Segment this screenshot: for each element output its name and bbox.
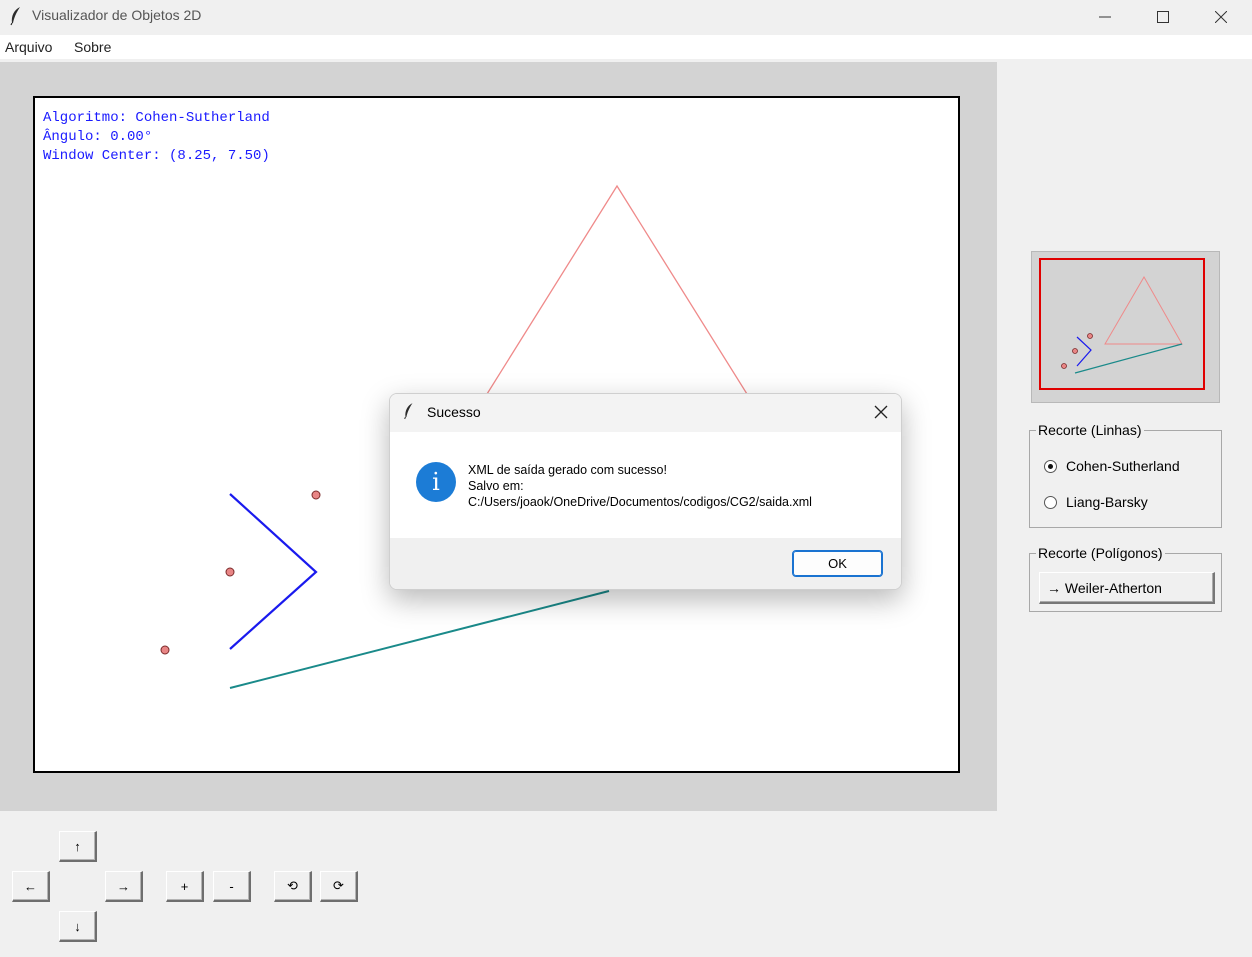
minimap-point (1061, 363, 1067, 369)
radio-label: Liang-Barsky (1066, 494, 1148, 510)
dialog-body: i XML de saída gerado com sucesso! Salvo… (390, 432, 901, 538)
dialog-message-line: Salvo em: (468, 479, 524, 493)
pan-left-button[interactable]: ← (12, 871, 50, 902)
polygon-triangle (486, 184, 748, 395)
menu-arquivo[interactable]: Arquivo (5, 39, 52, 55)
minimap-drawing (1039, 258, 1205, 390)
maximize-button[interactable] (1134, 0, 1192, 33)
radio-cohen-sutherland[interactable]: Cohen-Sutherland (1044, 458, 1180, 474)
zoom-out-button[interactable]: - (213, 871, 251, 902)
window-center-label: Window Center: (8.25, 7.50) (43, 148, 270, 164)
algorithm-label: Algoritmo: Cohen-Sutherland (43, 110, 270, 126)
zoom-in-button[interactable]: + (166, 871, 204, 902)
radio-liang-barsky[interactable]: Liang-Barsky (1044, 494, 1148, 510)
success-dialog: Sucesso i XML de saída gerado com sucess… (389, 393, 902, 590)
radio-label: Cohen-Sutherland (1066, 458, 1180, 474)
minimize-button[interactable] (1076, 0, 1134, 33)
point (311, 490, 321, 500)
menu-sobre[interactable]: Sobre (74, 39, 111, 55)
line-clip-title: Recorte (Linhas) (1036, 421, 1144, 439)
minimap-line (1074, 343, 1183, 374)
pan-right-button[interactable]: → (105, 871, 143, 902)
pan-down-button[interactable]: ↓ (59, 911, 97, 942)
dialog-message: XML de saída gerado com sucesso! Salvo e… (468, 462, 812, 510)
minimize-icon (1099, 16, 1111, 17)
maximize-icon (1157, 10, 1169, 23)
dialog-title: Sucesso (427, 404, 481, 420)
polygon-clip-group: Recorte (Polígonos) → Weiler-Atherton (1029, 544, 1222, 612)
dialog-close-icon[interactable] (873, 404, 889, 420)
minimap-polyline (1076, 336, 1092, 367)
feather-icon (10, 7, 20, 26)
angle-label: Ângulo: 0.00° (43, 129, 153, 145)
window-title: Visualizador de Objetos 2D (32, 7, 202, 23)
radio-indicator (1044, 495, 1057, 509)
line-clip-group: Recorte (Linhas) Cohen-Sutherland Liang-… (1029, 421, 1222, 528)
polygon-clip-title: Recorte (Polígonos) (1036, 544, 1165, 562)
info-icon: i (416, 462, 456, 502)
dialog-message-line: XML de saída gerado com sucesso! (468, 463, 667, 477)
weiler-atherton-button[interactable]: → Weiler-Atherton (1039, 572, 1215, 604)
minimap-polygon (1104, 275, 1183, 345)
point (225, 567, 235, 577)
feather-icon (404, 403, 413, 420)
point (160, 645, 170, 655)
line-segment (229, 590, 610, 689)
minimap-window-rect (1039, 258, 1205, 390)
minimap[interactable] (1031, 251, 1220, 403)
close-window-button[interactable] (1192, 0, 1250, 33)
close-icon (1215, 10, 1227, 23)
menu-bar: Arquivo Sobre (0, 35, 1252, 59)
radio-indicator (1044, 459, 1057, 473)
polyline-chevron (229, 493, 318, 650)
ok-button[interactable]: OK (792, 550, 883, 577)
pan-up-button[interactable]: ↑ (59, 831, 97, 862)
minimap-point (1087, 333, 1093, 339)
rotate-right-button[interactable]: ⟳ (320, 871, 358, 902)
title-bar: Visualizador de Objetos 2D (0, 0, 1252, 33)
dialog-title-bar: Sucesso (390, 394, 901, 432)
dialog-file-path: C:/Users/joaok/OneDrive/Documentos/codig… (468, 495, 812, 509)
minimap-point (1072, 348, 1078, 354)
dialog-footer: OK (390, 538, 901, 589)
rotate-left-button[interactable]: ⟲ (274, 871, 312, 902)
